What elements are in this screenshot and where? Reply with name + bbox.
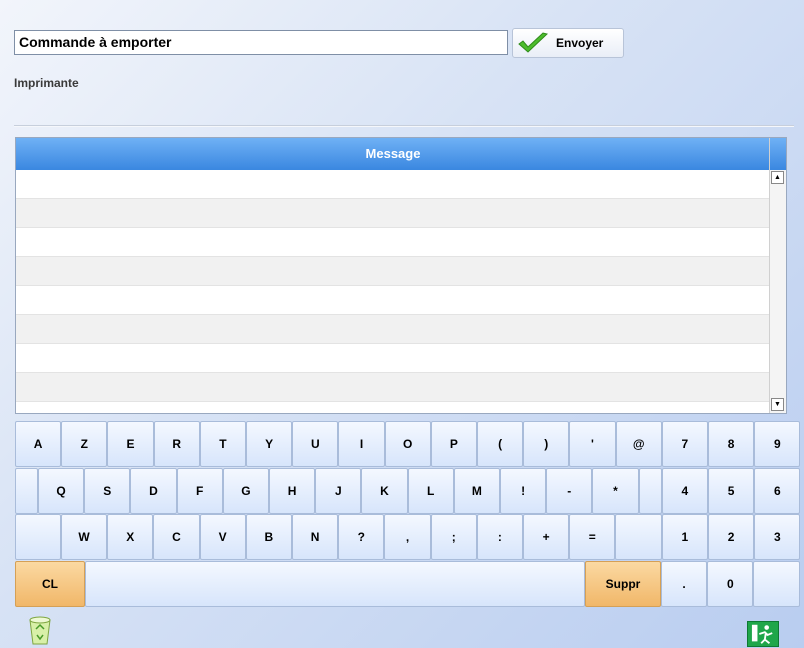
key-a[interactable]: A [15,421,62,467]
table-row[interactable] [16,199,770,228]
key-z[interactable]: Z [61,421,108,467]
key-star[interactable]: * [592,467,639,514]
key-at[interactable]: @ [615,421,662,467]
scroll-up-icon[interactable]: ▲ [771,171,784,184]
key-5[interactable]: 5 [708,467,755,514]
scroll-down-icon[interactable]: ▼ [771,398,784,411]
key-l[interactable]: L [407,467,454,514]
key-o[interactable]: O [384,421,431,467]
key-equals[interactable]: = [569,514,616,560]
message-column-header: Message [16,138,770,170]
key-p[interactable]: P [430,421,477,467]
divider [14,125,794,127]
table-row[interactable] [16,257,770,286]
key-s[interactable]: S [84,467,131,514]
key-spacer [15,467,38,514]
key-w[interactable]: W [61,514,108,560]
table-row[interactable] [16,315,770,344]
key-e[interactable]: E [107,421,154,467]
key-colon[interactable]: : [476,514,523,560]
key-q[interactable]: Q [38,467,85,514]
table-row[interactable] [16,228,770,257]
key-n[interactable]: N [292,514,339,560]
key-t[interactable]: T [199,421,246,467]
vertical-scrollbar[interactable]: ▲ ▼ [769,138,786,413]
key-k[interactable]: K [361,467,408,514]
key-j[interactable]: J [315,467,362,514]
key-u[interactable]: U [292,421,339,467]
key-h[interactable]: H [269,467,316,514]
key-7[interactable]: 7 [661,421,708,467]
key-dot[interactable]: . [661,560,708,607]
key-m[interactable]: M [453,467,500,514]
key-apostrophe[interactable]: ' [569,421,616,467]
table-row[interactable] [16,344,770,373]
key-lparen[interactable]: ( [477,421,524,467]
key-0[interactable]: 0 [707,560,754,607]
table-row[interactable] [16,373,770,402]
grid-rows [16,170,770,413]
send-button[interactable]: Envoyer [512,28,624,58]
key-minus[interactable]: - [546,467,593,514]
key-1[interactable]: 1 [661,514,708,560]
key-blank-r3-13[interactable] [615,514,662,560]
key-question[interactable]: ? [338,514,385,560]
key-2[interactable]: 2 [708,514,755,560]
key-x[interactable]: X [107,514,154,560]
key-y[interactable]: Y [246,421,293,467]
key-blank[interactable] [753,560,800,607]
key-8[interactable]: 8 [708,421,755,467]
on-screen-keyboard: A Z E R T Y U I O P() ' @7 8 9 Q S D F G H J K L M! - * 4 5 6 W X C V B N?… [15,421,801,609]
key-plus[interactable]: + [523,514,570,560]
key-v[interactable]: V [199,514,246,560]
table-row[interactable] [16,170,770,199]
key-6[interactable]: 6 [754,467,801,514]
check-icon [518,32,549,53]
key-semicolon[interactable]: ; [430,514,477,560]
key-b[interactable]: B [245,514,292,560]
key-blank-r2-13[interactable] [638,467,662,514]
key-9[interactable]: 9 [754,421,801,467]
printer-label: Imprimante [14,76,79,90]
key-4[interactable]: 4 [661,467,708,514]
key-excl[interactable]: ! [500,467,547,514]
table-row[interactable] [16,286,770,315]
key-f[interactable]: F [176,467,223,514]
key-r[interactable]: R [153,421,200,467]
key-g[interactable]: G [222,467,269,514]
key-3[interactable]: 3 [754,514,801,560]
key-delete[interactable]: Suppr [585,560,661,607]
key-comma[interactable]: , [384,514,431,560]
order-title-field[interactable]: Commande à emporter [14,30,508,55]
key-clear[interactable]: CL [15,560,85,607]
send-button-label: Envoyer [556,36,604,50]
key-space[interactable] [85,560,585,607]
exit-icon[interactable] [747,621,779,647]
key-d[interactable]: D [130,467,177,514]
recycle-bin-icon[interactable] [28,615,52,645]
key-i[interactable]: I [338,421,385,467]
key-blank-r3-0[interactable] [15,514,61,560]
message-grid[interactable]: Message ▲ ▼ [15,137,787,414]
key-rparen[interactable]: ) [523,421,570,467]
key-c[interactable]: C [153,514,200,560]
